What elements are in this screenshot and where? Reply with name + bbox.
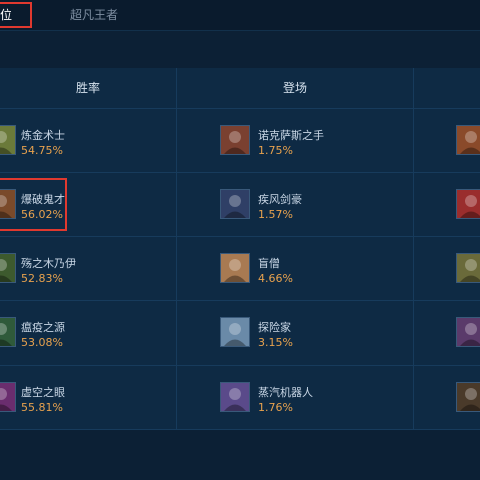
pickrate-hero-value: 3.15% [258,336,293,349]
winrate-hero-portrait[interactable] [0,317,16,347]
highlight-box [0,178,67,231]
column-header-winrate: 胜率 [0,68,176,108]
row-divider [0,300,480,301]
pickrate-hero-value: 1.75% [258,144,293,157]
third-hero-portrait[interactable] [456,253,480,283]
winrate-hero-name[interactable]: 虚空之眼 [21,384,65,400]
rank-tab-bar: 位 超凡王者 [0,0,480,31]
winrate-hero-portrait[interactable] [0,253,16,283]
hero-ranking-panel [0,68,480,430]
highlight-box [0,2,32,28]
pickrate-hero-portrait[interactable] [220,253,250,283]
app-root: 位 超凡王者 胜率 登场 炼金术士 54.75% 爆破鬼才 56.02% 殇之木乃伊 52… [0,0,480,480]
column-divider [176,68,177,430]
tab-label: 超凡王者 [70,8,119,22]
pickrate-hero-name[interactable]: 盲僧 [258,255,280,271]
pickrate-hero-value: 4.66% [258,272,293,285]
pickrate-hero-portrait[interactable] [220,125,250,155]
winrate-hero-portrait[interactable] [0,125,16,155]
pickrate-hero-portrait[interactable] [220,382,250,412]
pickrate-hero-portrait[interactable] [220,317,250,347]
winrate-hero-name[interactable]: 炼金术士 [21,127,65,143]
tab-rank-selected[interactable]: 位 [0,0,32,30]
column-header-label: 登场 [282,81,307,95]
third-hero-portrait[interactable] [456,125,480,155]
pickrate-hero-value: 1.76% [258,401,293,414]
row-divider [0,108,480,109]
pickrate-hero-name[interactable]: 疾风剑豪 [258,191,302,207]
row-divider [0,429,480,430]
third-hero-portrait[interactable] [456,189,480,219]
winrate-hero-value: 53.08% [21,336,63,349]
tab-challenger[interactable]: 超凡王者 [70,0,118,30]
winrate-hero-value: 55.81% [21,401,63,414]
column-divider [413,68,414,430]
row-divider [0,365,480,366]
third-hero-portrait[interactable] [456,317,480,347]
column-header-label: 胜率 [75,81,100,95]
pickrate-hero-name[interactable]: 探险家 [258,319,291,335]
third-hero-portrait[interactable] [456,382,480,412]
pickrate-hero-name[interactable]: 蒸汽机器人 [258,384,313,400]
winrate-hero-name[interactable]: 殇之木乃伊 [21,255,76,271]
winrate-hero-name[interactable]: 瘟疫之源 [21,319,65,335]
pickrate-hero-name[interactable]: 诺克萨斯之手 [258,127,324,143]
row-divider [0,172,480,173]
winrate-hero-value: 54.75% [21,144,63,157]
column-header-pickrate: 登场 [177,68,413,108]
winrate-hero-value: 52.83% [21,272,63,285]
winrate-hero-portrait[interactable] [0,382,16,412]
pickrate-hero-portrait[interactable] [220,189,250,219]
pickrate-hero-value: 1.57% [258,208,293,221]
row-divider [0,236,480,237]
